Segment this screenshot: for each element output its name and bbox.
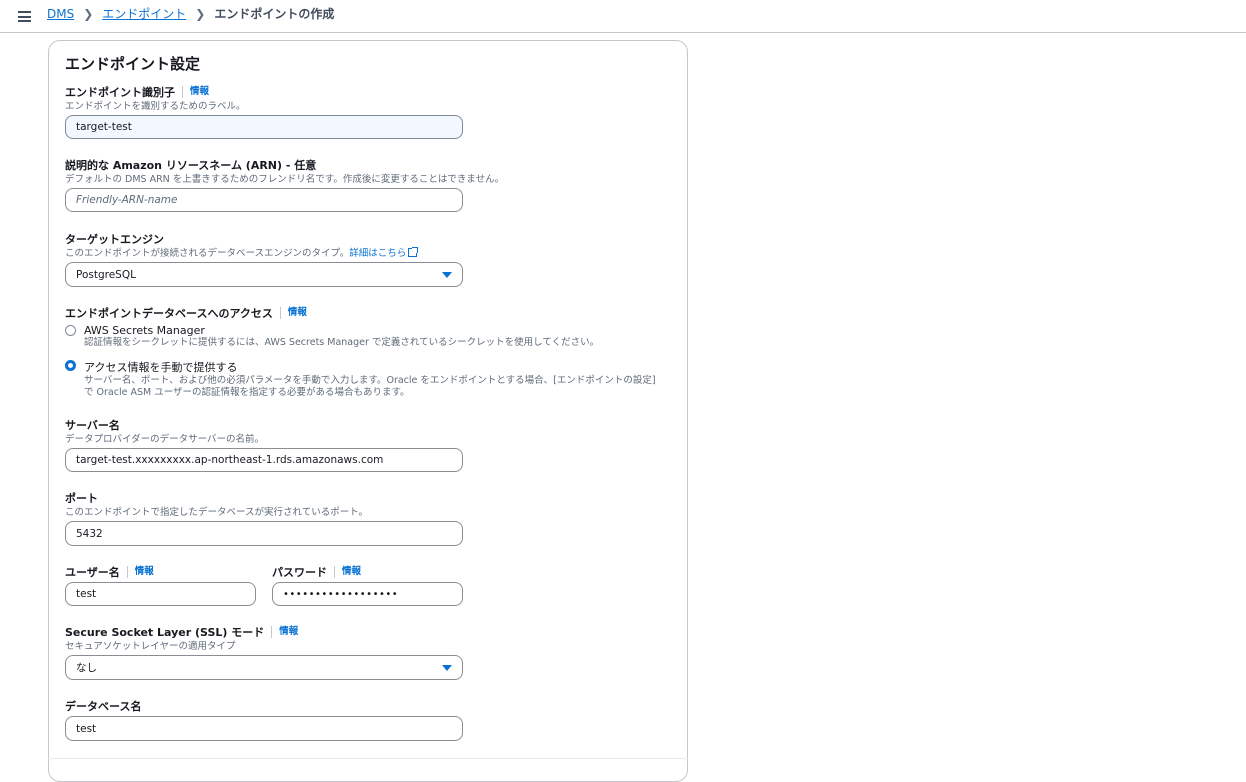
- external-link-icon: [408, 247, 419, 257]
- arn-input[interactable]: Friendly-ARN-name: [65, 188, 463, 212]
- engine-select[interactable]: PostgreSQL: [65, 262, 463, 287]
- page-title: エンドポイント設定: [65, 55, 201, 73]
- password-info-link[interactable]: 情報: [334, 566, 361, 578]
- dbname-input[interactable]: test: [65, 716, 463, 741]
- engine-desc: このエンドポイントが接続されるデータベースエンジンのタイプ。詳細はこちら: [65, 245, 419, 259]
- caret-down-icon: [442, 665, 452, 671]
- breadcrumb-dms[interactable]: DMS: [47, 7, 74, 21]
- access-info-link[interactable]: 情報: [279, 307, 307, 319]
- username-input[interactable]: test: [65, 582, 256, 606]
- arn-desc: デフォルトの DMS ARN を上書きするためのフレンドリ名です。作成後に変更す…: [65, 174, 505, 185]
- server-desc: データプロバイダーのデータサーバーの名前。: [65, 434, 265, 445]
- radio-desc: サーバー名、ポート、および他の必須パラメータを手動で入力します。Oracle を…: [84, 375, 656, 386]
- username-info-link[interactable]: 情報: [126, 566, 154, 578]
- top-bar: DMS ❯ エンドポイント ❯ エンドポイントの作成: [0, 0, 1246, 33]
- chevron-right-icon: ❯: [83, 6, 94, 21]
- learn-more-link[interactable]: 詳細はこちら: [349, 248, 406, 259]
- radio-desc: 認証情報をシークレットに提供するには、AWS Secrets Manager で…: [84, 337, 600, 348]
- radio-desc: で Oracle ASM ユーザーの認証情報を指定する必要がある場合もあります。: [84, 387, 410, 398]
- radio-button[interactable]: [65, 325, 76, 336]
- port-desc: このエンドポイントで指定したデータベースが実行されているポート。: [65, 507, 369, 518]
- identifier-info-link[interactable]: 情報: [182, 86, 209, 98]
- port-input[interactable]: 5432: [65, 521, 463, 546]
- breadcrumb-endpoints[interactable]: エンドポイント: [102, 5, 186, 22]
- identifier-input[interactable]: target-test: [65, 115, 463, 139]
- radio-label: AWS Secrets Manager: [84, 324, 205, 337]
- access-label: エンドポイントデータベースへのアクセス 情報: [65, 307, 307, 320]
- radio-secrets-manager[interactable]: AWS Secrets Manager 認証情報をシークレットに提供するには、A…: [65, 324, 599, 349]
- identifier-desc: エンドポイントを識別するためのラベル。: [65, 101, 246, 112]
- password-label: パスワード 情報: [272, 566, 362, 579]
- radio-button-checked[interactable]: [65, 360, 76, 371]
- server-input[interactable]: target-test.xxxxxxxxx.ap-northeast-1.rds…: [65, 448, 463, 472]
- menu-icon[interactable]: [18, 11, 31, 22]
- password-input[interactable]: ••••••••••••••••••: [272, 582, 463, 606]
- ssl-desc: セキュアソケットレイヤーの適用タイプ: [65, 641, 236, 652]
- panel-divider: [48, 758, 688, 759]
- caret-down-icon: [442, 272, 452, 278]
- username-label: ユーザー名 情報: [65, 566, 154, 579]
- breadcrumb-current: エンドポイントの作成: [214, 7, 335, 21]
- radio-manual[interactable]: アクセス情報を手動で提供する サーバー名、ポート、および他の必須パラメータを手動…: [65, 359, 656, 399]
- dbname-label: データベース名: [65, 700, 142, 713]
- ssl-info-link[interactable]: 情報: [271, 626, 298, 638]
- chevron-right-icon: ❯: [195, 6, 206, 21]
- ssl-select[interactable]: なし: [65, 655, 463, 680]
- breadcrumb: DMS ❯ エンドポイント ❯ エンドポイントの作成: [47, 5, 334, 22]
- radio-label: アクセス情報を手動で提供する: [84, 361, 238, 374]
